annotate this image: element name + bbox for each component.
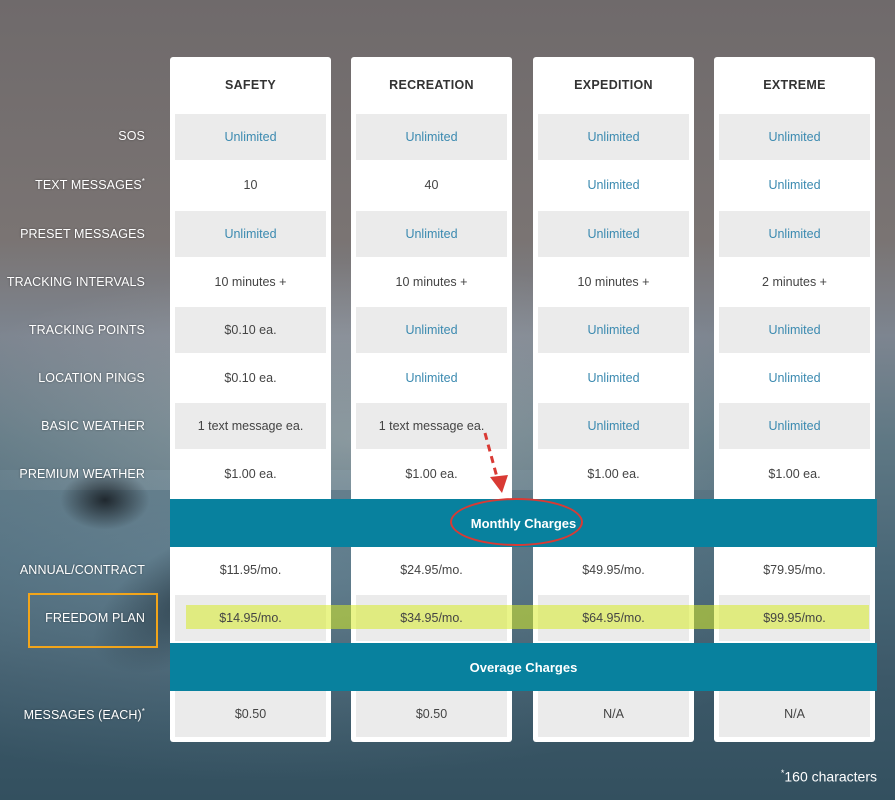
feature-cell: 10 minutes +	[577, 275, 650, 289]
plan-header: EXPEDITION	[574, 78, 653, 92]
feature-cell[interactable]: Unlimited	[356, 211, 507, 257]
feature-label: PRESET MESSAGES	[20, 227, 145, 241]
annual-price-cell: $11.95/mo.	[219, 563, 282, 577]
feature-label-text: PRESET MESSAGES	[20, 227, 145, 241]
annotation-orange-box	[28, 593, 158, 648]
annual-price-cell: $49.95/mo.	[582, 563, 645, 577]
feature-cell[interactable]: Unlimited	[356, 307, 507, 353]
feature-cell[interactable]: Unlimited	[356, 355, 507, 401]
feature-label: TRACKING POINTS	[29, 323, 145, 337]
plan-header: EXTREME	[763, 78, 826, 92]
feature-cell[interactable]: Unlimited	[719, 355, 870, 401]
feature-cell: 2 minutes +	[762, 275, 827, 289]
feature-cell[interactable]: Unlimited	[538, 403, 689, 449]
feature-label-text: TRACKING POINTS	[28, 323, 145, 337]
feature-cell: 10	[243, 178, 258, 192]
feature-cell[interactable]: Unlimited	[719, 114, 870, 160]
feature-cell[interactable]: Unlimited	[538, 307, 689, 353]
messages-each-label: MESSAGES (EACH)*	[24, 707, 145, 722]
overage-price-cell: N/A	[538, 691, 689, 737]
feature-label-text: BASIC WEATHER	[41, 419, 145, 433]
feature-label: LOCATION PINGS	[38, 371, 145, 385]
footnote: *160 characters	[781, 768, 877, 785]
feature-cell: $1.00 ea.	[587, 467, 640, 481]
plan-header: SAFETY	[224, 78, 277, 92]
freedom-price-cell: $14.95/mo.	[219, 611, 282, 625]
annotation-red-arrow-icon	[483, 432, 508, 493]
annual-price-cell: $79.95/mo.	[763, 563, 826, 577]
feature-label-text: PREMIUM WEATHER	[19, 467, 145, 481]
overage-price-cell: N/A	[719, 691, 870, 737]
feature-cell[interactable]: Unlimited	[719, 162, 870, 208]
annual-price-cell: $24.95/mo.	[400, 563, 463, 577]
annual-contract-label: ANNUAL/CONTRACT	[20, 563, 145, 577]
feature-cell[interactable]: Unlimited	[538, 162, 689, 208]
freedom-price-cell: $64.95/mo.	[582, 611, 645, 625]
feature-cell[interactable]: Unlimited	[356, 114, 507, 160]
overage-charges-band: Overage Charges	[170, 643, 877, 691]
feature-cell: $1.00 ea.	[224, 467, 277, 481]
feature-cell: $0.10 ea.	[175, 307, 326, 353]
feature-cell: 10 minutes +	[214, 275, 287, 289]
plan-header: RECREATION	[389, 78, 474, 92]
feature-label: BASIC WEATHER	[41, 419, 145, 433]
feature-cell[interactable]: Unlimited	[538, 355, 689, 401]
overage-price-cell: $0.50	[356, 691, 507, 737]
feature-label: PREMIUM WEATHER	[19, 467, 145, 481]
footnote-text: 160 characters	[784, 768, 877, 785]
feature-cell[interactable]: Unlimited	[719, 307, 870, 353]
feature-label: TEXT MESSAGES*	[35, 177, 145, 192]
feature-cell[interactable]: Unlimited	[175, 211, 326, 257]
overage-price-cell: $0.50	[175, 691, 326, 737]
feature-cell[interactable]: Unlimited	[538, 114, 689, 160]
feature-cell: $0.10 ea.	[224, 371, 277, 385]
feature-label-text: TEXT MESSAGES	[35, 178, 142, 193]
feature-cell: 10 minutes +	[395, 275, 468, 289]
feature-cell: 1 text message ea.	[175, 403, 326, 449]
feature-label: SOS	[118, 129, 145, 143]
feature-cell[interactable]: Unlimited	[719, 211, 870, 257]
footnote-mark: *	[141, 707, 145, 716]
feature-cell[interactable]: Unlimited	[538, 211, 689, 257]
feature-label-text: MESSAGES (EACH)	[23, 708, 142, 723]
feature-label: TRACKING INTERVALS	[7, 275, 145, 289]
feature-label-text: TRACKING INTERVALS	[6, 275, 145, 289]
footnote-mark: *	[141, 177, 145, 186]
feature-label-text: ANNUAL/CONTRACT	[19, 563, 145, 577]
feature-cell[interactable]: Unlimited	[719, 403, 870, 449]
feature-cell: 40	[424, 178, 439, 192]
freedom-price-cell: $34.95/mo.	[400, 611, 463, 625]
annotation-red-oval	[450, 498, 583, 546]
feature-label-text: SOS	[118, 129, 145, 143]
feature-label-text: LOCATION PINGS	[38, 371, 145, 385]
freedom-price-cell: $99.95/mo.	[763, 611, 826, 625]
feature-cell[interactable]: Unlimited	[175, 114, 326, 160]
feature-cell: $1.00 ea.	[768, 467, 821, 481]
overage-charges-label: Overage Charges	[469, 659, 578, 675]
